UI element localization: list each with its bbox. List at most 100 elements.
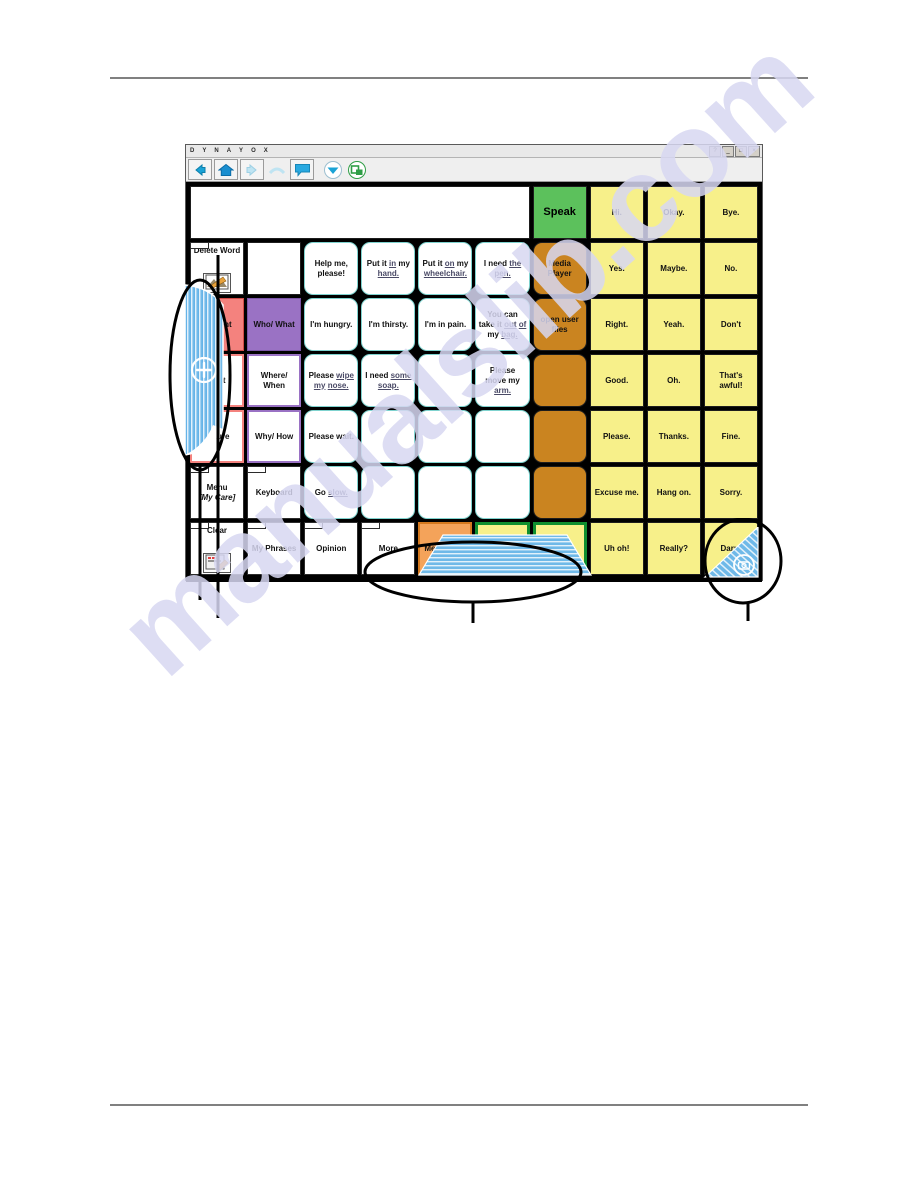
brand-letter: X (263, 148, 269, 154)
button-label: Excuse me. (594, 487, 639, 497)
close-button[interactable]: × (748, 146, 760, 157)
button-label: Clear (207, 526, 228, 535)
blank-button-r2c2[interactable] (247, 242, 302, 295)
chevron-down-circle-icon[interactable] (322, 160, 344, 179)
button-label: Future (204, 431, 230, 441)
quickfire-hi[interactable]: Hi. (589, 186, 644, 239)
more-button[interactable]: More (361, 522, 416, 575)
quickfire-thats-awful[interactable]: That's awful! (703, 354, 758, 407)
delete-word-button[interactable]: Delete Word (190, 242, 245, 295)
phrase-put-it-on-my-wheelchair[interactable]: Put it on my wheelchair. (418, 242, 473, 295)
menu-mycare-button[interactable]: Menu [My Care] (190, 466, 245, 519)
up-arrow-icon (266, 160, 288, 179)
button-label: Darn! (720, 543, 742, 553)
quickfire-thanks[interactable]: Thanks. (646, 410, 701, 463)
quickfire-bye[interactable]: Bye. (703, 186, 758, 239)
blank-button-r4c5[interactable] (418, 354, 473, 407)
button-label: Right. (605, 319, 629, 329)
phrase-i-need-the-pen[interactable]: I need the pen. (475, 242, 530, 295)
quickfire-oh[interactable]: Oh. (646, 354, 701, 407)
quickfire-yeah[interactable]: Yeah. (646, 298, 701, 351)
blank-button-r6c4[interactable] (361, 466, 416, 519)
blank-button-r6c5[interactable] (418, 466, 473, 519)
quickfire-yes[interactable]: Yes. (589, 242, 644, 295)
quickfire-uh-oh[interactable]: Uh oh! (589, 522, 644, 575)
tense-present-button[interactable]: Present (190, 298, 245, 351)
blank-brown-r5c7[interactable] (532, 410, 587, 463)
tense-future-button[interactable]: Future (190, 410, 245, 463)
quickfire-right[interactable]: Right. (589, 298, 644, 351)
quickfire-dont[interactable]: Don't (703, 298, 758, 351)
question-where-when-button[interactable]: Where/ When (247, 354, 302, 407)
brand-letter: N (214, 148, 220, 154)
speech-bubble-icon[interactable] (290, 159, 314, 180)
quickfire-please[interactable]: Please. (589, 410, 644, 463)
button-label: Good. (605, 375, 629, 385)
message-window[interactable] (190, 186, 530, 239)
phrase-please-wait[interactable]: Please wait. (304, 410, 359, 463)
keyboard-button[interactable]: Keyboard (247, 466, 302, 519)
button-label: Sorry. (719, 487, 743, 497)
back-arrow-icon[interactable] (188, 159, 212, 180)
tense-past-button[interactable]: Past (190, 354, 245, 407)
delete-word-icon (203, 273, 232, 293)
button-sublabel: [My Care] (198, 492, 236, 502)
button-label: Don't (720, 319, 741, 329)
quickfire-maybe[interactable]: Maybe. (646, 242, 701, 295)
button-label: open user files (540, 314, 579, 334)
blank-brown-r6c7[interactable] (532, 466, 587, 519)
home-icon[interactable] (214, 159, 238, 180)
question-why-how-button[interactable]: Why/ How (247, 410, 302, 463)
expand-quickfires-button[interactable]: Expand Quickfires (475, 522, 530, 575)
window-controls: ? _ □ × (709, 146, 760, 157)
maximize-button[interactable]: □ (735, 146, 747, 157)
app-brand-letters: DYNAYOX (186, 148, 269, 154)
quickfire-excuse-me[interactable]: Excuse me. (589, 466, 644, 519)
phrase-im-in-pain[interactable]: I'm in pain. (418, 298, 473, 351)
quickfire-fine[interactable]: Fine. (703, 410, 758, 463)
media-player-button[interactable]: Media Player (532, 242, 587, 295)
minimize-button[interactable]: _ (722, 146, 734, 157)
page-link-icon[interactable] (346, 160, 368, 179)
my-phrases-button[interactable]: My Phrases (247, 522, 302, 575)
quickfire-hang-on[interactable]: Hang on. (646, 466, 701, 519)
blank-button-r6c6[interactable] (475, 466, 530, 519)
blank-button-r5c6[interactable] (475, 410, 530, 463)
phrase-put-it-in-my-hand[interactable]: Put it in my hand. (361, 242, 416, 295)
button-label: Uh oh! (604, 543, 630, 553)
quickfire-okay[interactable]: Okay. (646, 186, 701, 239)
quickfire-really[interactable]: Really? (646, 522, 701, 575)
phrase-im-hungry[interactable]: I'm hungry. (304, 298, 359, 351)
phrase-i-need-some-soap[interactable]: I need some soap. (361, 354, 416, 407)
blank-brown-r4c7[interactable] (532, 354, 587, 407)
blank-button-r5c5[interactable] (418, 410, 473, 463)
toolbar (186, 158, 762, 182)
help-button[interactable]: ? (709, 146, 721, 157)
phrase-please-move-my-arm[interactable]: Please move my arm. (475, 354, 530, 407)
quickfire-darn[interactable]: Darn! (703, 522, 758, 575)
button-label: Yes. (608, 263, 625, 273)
quickfire-sorry[interactable]: Sorry. (703, 466, 758, 519)
phrase-please-wipe-my-nose[interactable]: Please wipe my nose. (304, 354, 359, 407)
button-label: Really? (659, 543, 689, 553)
open-user-files-button[interactable]: open user files (532, 298, 587, 351)
quickfire-no[interactable]: No. (703, 242, 758, 295)
phrase-im-thirsty[interactable]: I'm thirsty. (361, 298, 416, 351)
quickfire-good[interactable]: Good. (589, 354, 644, 407)
medicine-button[interactable]: Medicine & (418, 522, 473, 575)
brand-letter: Y (239, 148, 245, 154)
communication-board-grid: Speak Hi. Okay. Bye. Delete Word Help me, ple… (186, 182, 762, 582)
button-label: Oh. (667, 375, 681, 385)
blank-button-r5c4[interactable] (361, 410, 416, 463)
button-label: Hi. (611, 207, 622, 217)
phrase-go-slow[interactable]: Go slow. (304, 466, 359, 519)
phrase-help-me[interactable]: Help me, please! (304, 242, 359, 295)
normal-button[interactable]: Normal (532, 522, 587, 575)
button-label: Normal (545, 543, 574, 553)
clear-button[interactable]: Clear (190, 522, 245, 575)
forward-arrow-icon (240, 159, 264, 180)
question-who-what-button[interactable]: Who/ What (247, 298, 302, 351)
phrase-you-can-take-it-out-of-my-bag[interactable]: You can take it out of my bag. (475, 298, 530, 351)
opinion-button[interactable]: Opinion (304, 522, 359, 575)
speak-button[interactable]: Speak (532, 186, 587, 239)
